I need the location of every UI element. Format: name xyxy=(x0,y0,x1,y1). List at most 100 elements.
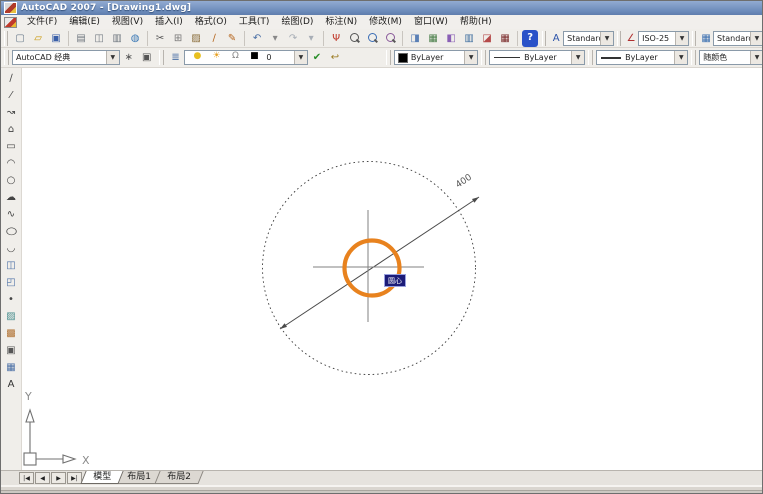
menu-help[interactable]: 帮助(H) xyxy=(454,15,498,29)
chevron-down-icon[interactable]: ▼ xyxy=(294,51,307,64)
rectangle-icon[interactable]: ▭ xyxy=(3,138,20,155)
new-file-icon[interactable]: ▢ xyxy=(12,30,28,47)
dimension-text[interactable]: 400 xyxy=(454,173,474,191)
publish-icon[interactable]: ▥ xyxy=(109,30,125,47)
dashed-circle-entity[interactable] xyxy=(263,162,476,375)
command-window-edge[interactable] xyxy=(1,485,763,494)
drawing-window-icon[interactable] xyxy=(4,17,17,28)
chevron-down-icon[interactable]: ▼ xyxy=(571,51,584,64)
command-window-splitter[interactable] xyxy=(1,487,763,491)
text-style-combo[interactable]: Standard ▼ xyxy=(563,31,614,46)
dim-style-combo[interactable]: ISO-25 ▼ xyxy=(638,31,689,46)
menu-draw[interactable]: 绘图(D) xyxy=(275,15,319,29)
text-style-icon[interactable]: A xyxy=(550,30,562,47)
block-editor-icon[interactable]: ✎ xyxy=(224,30,240,47)
quickcalc-icon[interactable]: ▦ xyxy=(497,30,513,47)
tool-palettes-icon[interactable]: ◧ xyxy=(443,30,459,47)
layer-combo[interactable]: ●☀Ω■ 0 ▼ xyxy=(184,50,308,65)
toolbar-grip[interactable] xyxy=(542,31,546,46)
layer-color-swatch-icon[interactable]: ■ xyxy=(246,50,262,65)
undo-icon[interactable]: ↶ xyxy=(249,30,265,47)
toolbar-grip[interactable] xyxy=(4,31,8,46)
chevron-down-icon[interactable]: ▼ xyxy=(464,51,477,64)
toolbar-grip[interactable] xyxy=(386,50,391,65)
menu-modify[interactable]: 修改(M) xyxy=(363,15,408,29)
plot-icon[interactable]: ▤ xyxy=(73,30,89,47)
menu-dimension[interactable]: 标注(N) xyxy=(319,15,363,29)
etransmit-globe-icon[interactable]: ◍ xyxy=(127,30,143,47)
make-object-layer-current-icon[interactable]: ✔ xyxy=(309,49,325,66)
ellipse-arc-icon[interactable]: ◡ xyxy=(3,240,20,257)
layer-freeze-sun-icon[interactable]: ☀ xyxy=(208,50,224,65)
region-icon[interactable]: ▣ xyxy=(3,342,20,359)
gradient-icon[interactable]: ▩ xyxy=(3,325,20,342)
properties-palette-icon[interactable]: ◨ xyxy=(407,30,423,47)
redo-icon[interactable]: ↷ xyxy=(285,30,301,47)
sheet-set-manager-icon[interactable]: ▥ xyxy=(461,30,477,47)
designcenter-icon[interactable]: ▦ xyxy=(425,30,441,47)
polygon-icon[interactable]: ⌂ xyxy=(3,121,20,138)
menu-file[interactable]: 文件(F) xyxy=(21,15,63,29)
match-properties-icon[interactable]: ∕ xyxy=(206,30,222,47)
menu-window[interactable]: 窗口(W) xyxy=(408,15,454,29)
paste-icon[interactable]: ▨ xyxy=(188,30,204,47)
circle-icon[interactable]: ○ xyxy=(3,172,20,189)
help-icon[interactable]: ? xyxy=(522,30,538,47)
chevron-down-icon[interactable]: ▼ xyxy=(750,51,763,64)
menu-format[interactable]: 格式(O) xyxy=(189,15,233,29)
toolbar-grip[interactable] xyxy=(692,31,696,46)
open-folder-icon[interactable]: ▱ xyxy=(30,30,46,47)
chevron-down-icon[interactable]: ▼ xyxy=(675,32,688,45)
color-combo[interactable]: ByLayer ▼ xyxy=(394,50,478,65)
arc-icon[interactable]: ◠ xyxy=(3,155,20,172)
toolbar-grip[interactable] xyxy=(691,50,696,65)
toolbar-grip[interactable] xyxy=(588,50,593,65)
toolbar-grip[interactable] xyxy=(617,31,621,46)
toolbar-grip[interactable] xyxy=(481,50,486,65)
markup-set-manager-icon[interactable]: ◪ xyxy=(479,30,495,47)
next-tab-button[interactable]: ▶ xyxy=(51,472,66,484)
chevron-down-icon[interactable]: ▼ xyxy=(750,32,763,45)
toolbar-grip[interactable] xyxy=(159,50,164,65)
chevron-down-icon[interactable]: ▼ xyxy=(674,51,687,64)
zoom-window-icon[interactable] xyxy=(364,30,380,47)
plotstyle-combo[interactable]: 随颜色 ▼ xyxy=(699,50,763,65)
my-workspace-icon[interactable]: ▣ xyxy=(139,49,155,66)
layer-properties-manager-icon[interactable]: ≣ xyxy=(168,49,184,66)
undo-dropdown-icon[interactable]: ▾ xyxy=(267,30,283,47)
tab-layout2[interactable]: 布局2 xyxy=(154,471,203,484)
dimension-line-entity[interactable] xyxy=(280,197,479,329)
mtext-icon[interactable]: A xyxy=(3,376,20,393)
line-icon[interactable]: ∕ xyxy=(3,70,20,87)
revcloud-icon[interactable]: ☁ xyxy=(3,189,20,206)
table-style-combo[interactable]: Standard ▼ xyxy=(713,31,763,46)
linetype-combo[interactable]: ByLayer ▼ xyxy=(489,50,585,65)
pan-realtime-icon[interactable]: Ψ xyxy=(328,30,344,47)
chevron-down-icon[interactable]: ▼ xyxy=(600,32,613,45)
lineweight-combo[interactable]: ByLayer ▼ xyxy=(596,50,688,65)
save-icon[interactable]: ▣ xyxy=(48,30,64,47)
layer-previous-icon[interactable]: ↩ xyxy=(327,49,343,66)
hatch-icon[interactable]: ▨ xyxy=(3,308,20,325)
zoom-previous-icon[interactable] xyxy=(382,30,398,47)
layer-lock-icon[interactable]: Ω xyxy=(227,50,243,65)
drawing-canvas[interactable]: 400 Y X 圆心 xyxy=(22,68,763,470)
polyline-icon[interactable]: ↝ xyxy=(3,104,20,121)
copy-icon[interactable]: ⊞ xyxy=(170,30,186,47)
construction-line-icon[interactable]: ⁄ xyxy=(3,87,20,104)
menu-insert[interactable]: 插入(I) xyxy=(149,15,189,29)
title-bar[interactable]: AutoCAD 2007 - [Drawing1.dwg] xyxy=(1,1,763,15)
insert-block-icon[interactable]: ◫ xyxy=(3,257,20,274)
dim-style-icon[interactable]: ∠ xyxy=(625,30,637,47)
workspaces-combo[interactable]: AutoCAD 经典 ▼ xyxy=(12,50,120,65)
workspace-settings-icon[interactable]: ∗ xyxy=(121,49,137,66)
menu-tools[interactable]: 工具(T) xyxy=(233,15,276,29)
cut-scissors-icon[interactable]: ✂ xyxy=(152,30,168,47)
table-style-icon[interactable]: ▦ xyxy=(700,30,712,47)
point-icon[interactable]: • xyxy=(3,291,20,308)
prev-tab-button[interactable]: ◀ xyxy=(35,472,50,484)
table-icon[interactable]: ▦ xyxy=(3,359,20,376)
redo-dropdown-icon[interactable]: ▾ xyxy=(303,30,319,47)
menu-view[interactable]: 视图(V) xyxy=(106,15,149,29)
spline-icon[interactable]: ∿ xyxy=(3,206,20,223)
